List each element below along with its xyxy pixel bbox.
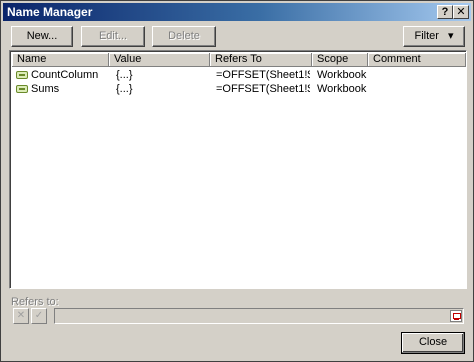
window-title: Name Manager	[7, 5, 93, 19]
new-button[interactable]: New...	[11, 26, 73, 47]
names-list[interactable]: Name Value Refers To Scope Comment Count…	[9, 50, 467, 289]
title-bar[interactable]: Name Manager ? ✕	[3, 3, 471, 21]
edit-button[interactable]: Edit...	[81, 26, 145, 47]
filter-button-label: Filter	[414, 30, 439, 42]
column-header-value[interactable]: Value	[109, 53, 210, 67]
help-button[interactable]: ?	[437, 5, 453, 19]
row-refers-to: =OFFSET(Sheet1!$...	[216, 83, 310, 95]
table-row[interactable]: Sums {...} =OFFSET(Sheet1!$... Workbook	[12, 82, 466, 96]
close-button[interactable]: Close	[401, 332, 465, 354]
filter-button[interactable]: Filter ▾	[403, 26, 465, 47]
column-header-scope[interactable]: Scope	[312, 53, 368, 67]
close-window-button[interactable]: ✕	[453, 5, 469, 19]
row-scope: Workbook	[317, 69, 367, 81]
row-value: {...}	[116, 69, 133, 81]
cancel-edit-icon[interactable]: ✕	[13, 308, 29, 324]
row-name: Sums	[31, 83, 60, 95]
refers-to-input[interactable]	[54, 308, 464, 324]
column-header-name[interactable]: Name	[12, 53, 109, 67]
edit-button-label: Edit...	[98, 30, 128, 42]
row-name: CountColumn	[31, 69, 99, 81]
defined-name-icon	[16, 71, 28, 79]
delete-button-label: Delete	[168, 30, 200, 42]
column-header-comment[interactable]: Comment	[368, 53, 466, 67]
defined-name-icon	[16, 85, 28, 93]
chevron-down-icon: ▾	[447, 30, 454, 42]
table-row[interactable]: CountColumn {...} =OFFSET(Sheet1!$... Wo…	[12, 68, 466, 82]
new-button-label: New...	[26, 30, 58, 42]
row-scope: Workbook	[317, 83, 367, 95]
refers-to-label: Refers to:	[11, 296, 59, 308]
close-button-label: Close	[418, 336, 448, 348]
name-manager-dialog: Name Manager ? ✕ New... Edit... Delete F…	[0, 0, 474, 362]
column-header-refers-to[interactable]: Refers To	[210, 53, 312, 67]
confirm-edit-icon[interactable]: ✓	[31, 308, 47, 324]
delete-button[interactable]: Delete	[152, 26, 216, 47]
row-refers-to: =OFFSET(Sheet1!$...	[216, 69, 310, 81]
collapse-dialog-icon[interactable]	[450, 310, 462, 322]
row-value: {...}	[116, 83, 133, 95]
